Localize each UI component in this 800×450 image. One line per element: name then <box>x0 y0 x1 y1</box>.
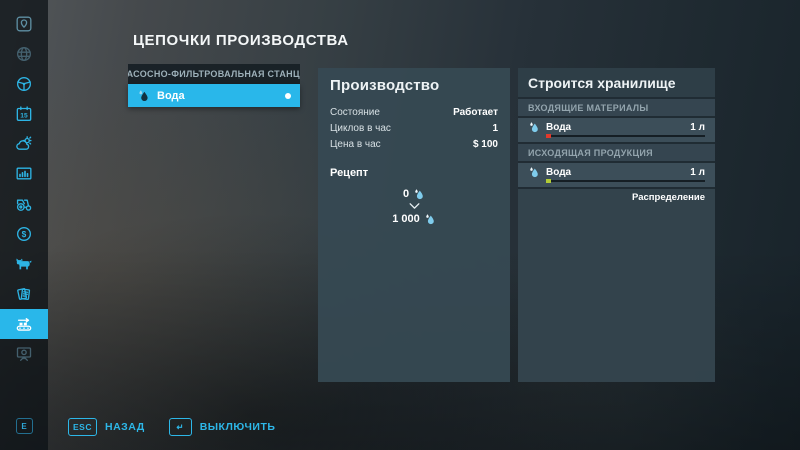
stat-row-cycles: Циклов в час 1 <box>330 123 498 134</box>
sidebar: 15 $ <box>0 0 48 450</box>
sidebar-item-calendar[interactable]: 15 <box>0 99 48 129</box>
finances-icon: $ <box>14 224 34 244</box>
distribution-link[interactable]: Распределение <box>528 192 705 203</box>
recipe-flow: 0 1 000 <box>330 188 498 225</box>
water-drop-icon <box>137 89 150 102</box>
recipe-input: 0 <box>403 188 425 200</box>
sidebar-item-multiplayer[interactable] <box>0 39 48 69</box>
material-amount: 1 л <box>690 122 705 133</box>
fill-level-track <box>546 135 705 137</box>
sidebar-item-garage[interactable] <box>0 189 48 219</box>
power-off-label: ВЫКЛЮЧИТЬ <box>200 421 276 433</box>
contracts-icon <box>14 284 34 304</box>
recipe-output: 1 000 <box>392 213 436 225</box>
stat-value: $ 100 <box>473 139 498 150</box>
production-list-group-header: НАСОСНО-ФИЛЬТРОВАЛЬНАЯ СТАНЦ... <box>128 64 300 84</box>
sidebar-item-contracts[interactable] <box>0 279 48 309</box>
map-icon <box>14 14 34 34</box>
fill-level-bar <box>546 134 705 138</box>
tutorial-icon <box>14 344 34 364</box>
svg-text:15: 15 <box>20 113 28 120</box>
sidebar-item-vehicles[interactable] <box>0 69 48 99</box>
sidebar-item-weather[interactable] <box>0 129 48 159</box>
selected-dot <box>285 93 291 99</box>
recipe-heading: Рецепт <box>330 167 498 179</box>
chevron-down-icon <box>408 202 421 211</box>
storage-panel-body: Распределение <box>518 189 715 382</box>
list-item-label: Вода <box>157 90 278 102</box>
sidebar-item-map[interactable] <box>0 9 48 39</box>
back-label: НАЗАД <box>105 421 145 433</box>
back-button[interactable]: ESC НАЗАД <box>68 418 145 436</box>
animals-icon <box>14 254 34 274</box>
stat-value: Работает <box>453 107 498 118</box>
water-drop-icon <box>413 188 425 200</box>
outgoing-products-header: ИСХОДЯЩАЯ ПРОДУКЦИЯ <box>518 144 715 161</box>
stat-row-cost: Цена в час $ 100 <box>330 139 498 150</box>
enter-key-icon: ↵ <box>169 418 192 436</box>
sidebar-item-tutorial[interactable] <box>0 339 48 369</box>
calendar-icon: 15 <box>14 104 34 124</box>
sidebar-item-statistics[interactable] <box>0 159 48 189</box>
production-chains-icon <box>14 314 34 334</box>
water-drop-icon <box>424 213 436 225</box>
storage-panel-title: Строится хранилище <box>518 68 715 97</box>
power-off-button[interactable]: ↵ ВЫКЛЮЧИТЬ <box>169 418 276 436</box>
product-amount: 1 л <box>690 167 705 178</box>
key-hint-e: E <box>16 418 33 434</box>
stat-label: Циклов в час <box>330 123 391 134</box>
steering-wheel-icon <box>14 74 34 94</box>
fill-level-value <box>546 134 551 138</box>
fill-level-track <box>546 180 705 182</box>
water-drop-icon <box>528 166 540 178</box>
tractor-icon <box>14 194 34 214</box>
stat-label: Цена в час <box>330 139 381 150</box>
incoming-materials-header: ВХОДЯЩИЕ МАТЕРИАЛЫ <box>518 99 715 116</box>
storage-panel: Строится хранилище ВХОДЯЩИЕ МАТЕРИАЛЫ Во… <box>518 68 715 382</box>
stat-label: Состояние <box>330 107 380 118</box>
material-name: Вода <box>546 122 684 133</box>
fill-level-value <box>546 179 551 183</box>
stat-value: 1 <box>492 123 498 134</box>
production-list-item-water[interactable]: Вода <box>128 84 300 107</box>
recipe-input-amount: 0 <box>403 188 409 200</box>
water-drop-icon <box>528 121 540 133</box>
esc-key-icon: ESC <box>68 418 97 436</box>
outgoing-row-water[interactable]: Вода 1 л <box>518 163 715 187</box>
svg-text:$: $ <box>22 229 27 239</box>
incoming-row-water[interactable]: Вода 1 л <box>518 118 715 142</box>
sidebar-item-animals[interactable] <box>0 249 48 279</box>
product-name: Вода <box>546 167 684 178</box>
recipe-output-amount: 1 000 <box>392 213 420 225</box>
statistics-icon <box>14 164 34 184</box>
sidebar-item-finances[interactable]: $ <box>0 219 48 249</box>
sidebar-item-production-chains[interactable] <box>0 309 48 339</box>
stat-row-state: Состояние Работает <box>330 107 498 118</box>
page-title: ЦЕПОЧКИ ПРОИЗВОДСТВА <box>133 32 349 49</box>
production-panel: Производство Состояние Работает Циклов в… <box>318 68 510 382</box>
production-list: НАСОСНО-ФИЛЬТРОВАЛЬНАЯ СТАНЦ... Вода <box>128 64 300 107</box>
production-panel-title: Производство <box>330 77 498 94</box>
globe-icon <box>14 44 34 64</box>
footer-hints: ESC НАЗАД ↵ ВЫКЛЮЧИТЬ <box>68 418 275 436</box>
fill-level-bar <box>546 179 705 183</box>
weather-icon <box>14 134 34 154</box>
